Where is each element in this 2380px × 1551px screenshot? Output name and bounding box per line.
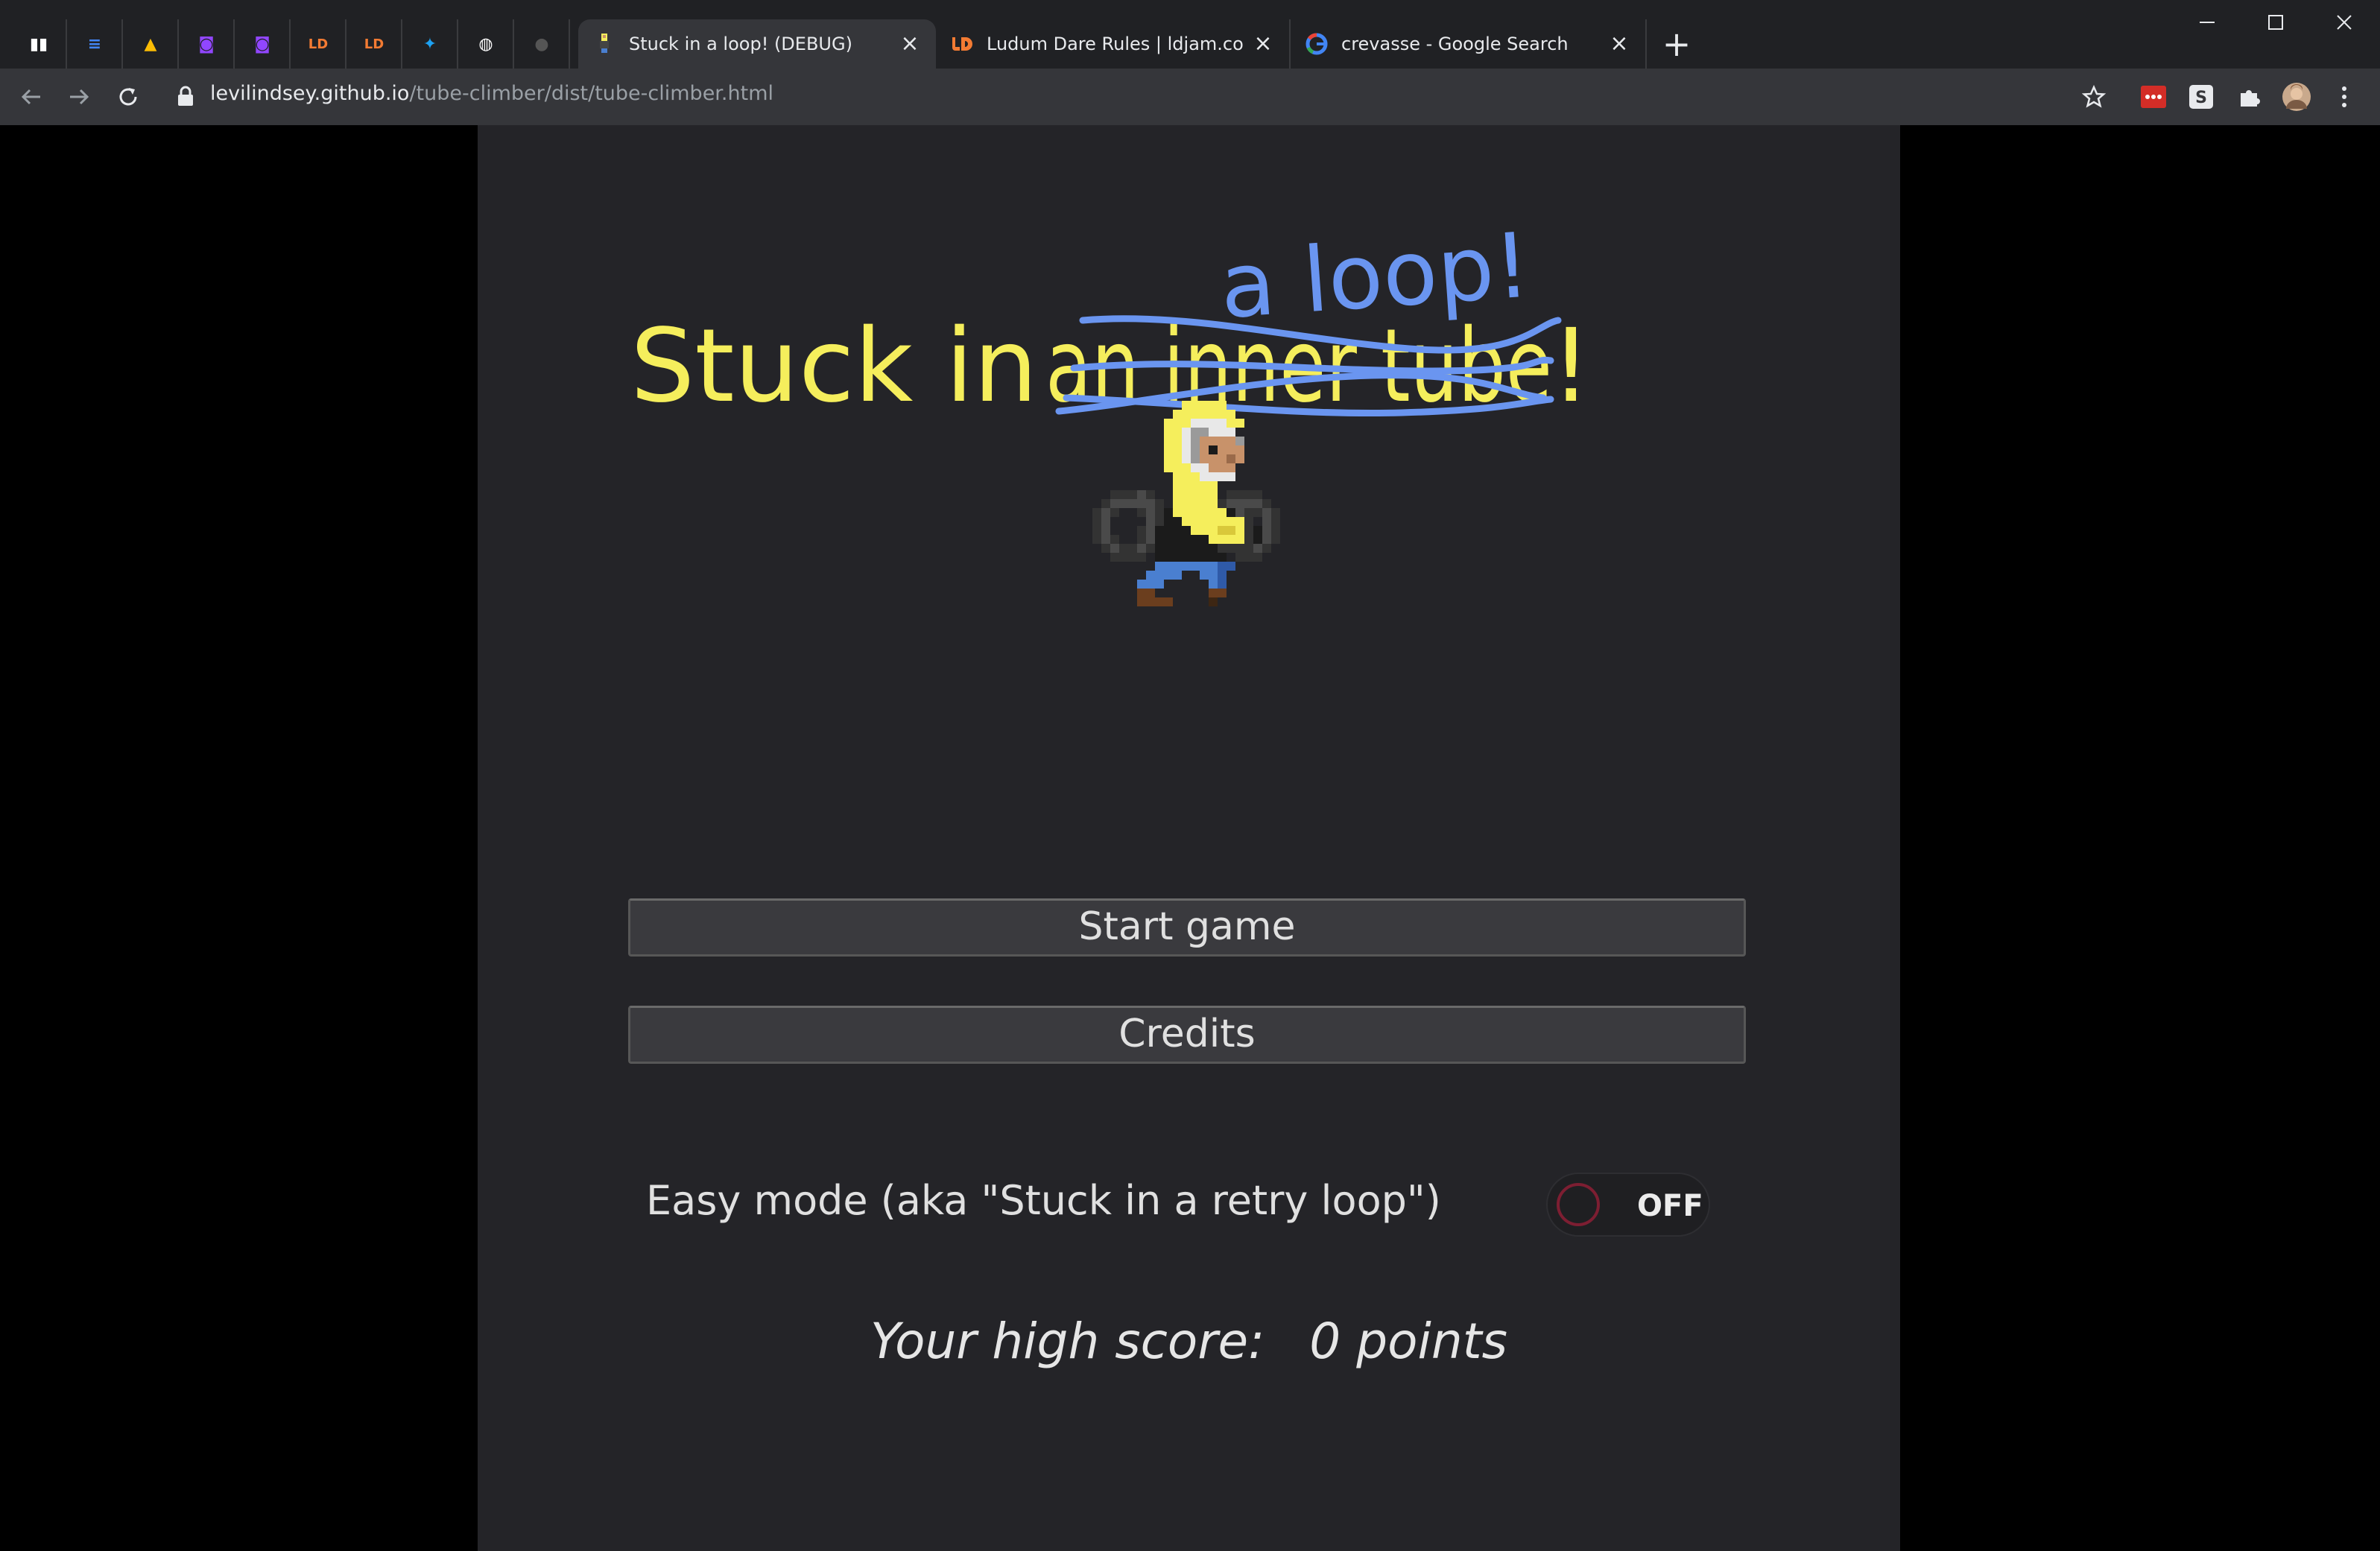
lastpass-extension-button[interactable] <box>2137 80 2170 113</box>
maximize-button[interactable] <box>2241 0 2310 45</box>
toggle-state-text: OFF <box>1637 1189 1703 1223</box>
maximize-icon <box>2268 15 2283 30</box>
browser-toolbar: levilindsey.github.io/tube-climber/dist/… <box>0 69 2380 125</box>
google-docs-icon: ≡ <box>87 34 102 54</box>
s-extension-button[interactable]: S <box>2185 80 2218 113</box>
twitch-icon: ◙ <box>198 34 215 54</box>
easy-mode-label: Easy mode (aka "Stuck in a retry loop") <box>646 1177 1441 1224</box>
puzzle-icon <box>2241 90 2260 107</box>
tab-ludum-dare-rules[interactable]: Ludum Dare Rules | ldjam.com | L × <box>936 19 1291 69</box>
google-icon <box>1305 33 1328 55</box>
arrow-right-icon <box>70 89 89 105</box>
toggle-knob[interactable] <box>1557 1183 1600 1226</box>
pinned-tab[interactable]: ✦ <box>403 19 458 69</box>
close-icon[interactable]: × <box>899 33 921 55</box>
close-icon[interactable]: × <box>1608 33 1630 55</box>
game-canvas[interactable]: Stuck in an inner tube ! a loop! Start g… <box>478 125 1900 1551</box>
ludum-dare-icon <box>951 33 973 55</box>
back-button[interactable] <box>13 79 49 115</box>
pinned-tab[interactable]: ◙ <box>235 19 291 69</box>
avatar <box>2282 83 2311 111</box>
twitter-icon: ✦ <box>422 34 437 54</box>
pinned-tab[interactable]: ● <box>515 19 570 69</box>
minimize-icon <box>2200 22 2215 23</box>
kebab-menu-icon <box>2342 86 2346 107</box>
high-score-label: Your high score: <box>870 1313 1265 1370</box>
url-path: /tube-climber/dist/tube-climber.html <box>409 82 774 105</box>
close-icon <box>2337 15 2352 30</box>
twitch-icon: ◙ <box>254 34 270 54</box>
ludum-dare-icon: LD <box>308 36 329 52</box>
easy-mode-toggle[interactable]: OFF <box>1546 1173 1710 1237</box>
pinned-tab[interactable]: ▲ <box>124 19 179 69</box>
s-extension-icon: S <box>2189 85 2213 109</box>
arrow-left-icon <box>21 89 40 105</box>
minimize-button[interactable] <box>2173 0 2241 45</box>
globe-icon: ◍ <box>478 34 493 54</box>
star-icon <box>2082 85 2106 108</box>
new-tab-button[interactable]: + <box>1659 27 1694 63</box>
github-icon: ● <box>534 34 549 54</box>
svg-text:S: S <box>2195 89 2207 107</box>
high-score-value: 0 points <box>1309 1313 1507 1370</box>
tab-stuck-in-a-loop[interactable]: Stuck in a loop! (DEBUG) × <box>578 19 936 69</box>
pinned-tab[interactable]: LD <box>291 19 346 69</box>
credits-button[interactable]: Credits <box>628 1006 1746 1064</box>
ludum-dare-icon: LD <box>364 36 384 52</box>
pinned-tab[interactable]: ◙ <box>180 19 235 69</box>
google-drive-icon: ▲ <box>144 34 157 54</box>
forward-button[interactable] <box>61 79 97 115</box>
pinned-tab[interactable]: ≡ <box>68 19 123 69</box>
tab-strip: ▮▮ ≡ ▲ ◙ ◙ LD LD ✦ ◍ ● Stuck in a loop! (DEBUG) ×… <box>0 0 2380 69</box>
pinned-tab[interactable]: ◍ <box>459 19 514 69</box>
pinned-tab[interactable]: ▮▮ <box>12 19 67 69</box>
tab-crevasse-search[interactable]: crevasse - Google Search × <box>1291 19 1647 69</box>
pinned-tab[interactable]: LD <box>347 19 402 69</box>
browser-menu-button[interactable] <box>2328 80 2361 113</box>
tab-title: Ludum Dare Rules | ldjam.com | L <box>987 34 1243 54</box>
close-icon[interactable]: × <box>1252 33 1274 55</box>
lock-icon[interactable] <box>176 85 195 107</box>
trello-icon: ▮▮ <box>29 34 48 54</box>
extensions-button[interactable] <box>2232 80 2265 113</box>
game-favicon-icon <box>593 33 615 55</box>
start-game-button[interactable]: Start game <box>628 898 1746 957</box>
high-score-row: Your high score: 0 points <box>478 1313 1900 1370</box>
url-host: levilindsey.github.io <box>210 82 410 105</box>
web-page: Stuck in an inner tube ! a loop! Start g… <box>0 125 2380 1551</box>
reload-button[interactable] <box>110 79 146 115</box>
close-window-button[interactable] <box>2310 0 2379 45</box>
lastpass-icon <box>2141 86 2166 108</box>
tab-title: Stuck in a loop! (DEBUG) <box>629 34 852 54</box>
profile-avatar-button[interactable] <box>2280 80 2313 113</box>
bookmark-star-button[interactable] <box>2077 80 2110 113</box>
address-bar[interactable]: levilindsey.github.io/tube-climber/dist/… <box>210 82 773 105</box>
reload-icon <box>119 88 137 106</box>
tab-title: crevasse - Google Search <box>1341 34 1569 54</box>
